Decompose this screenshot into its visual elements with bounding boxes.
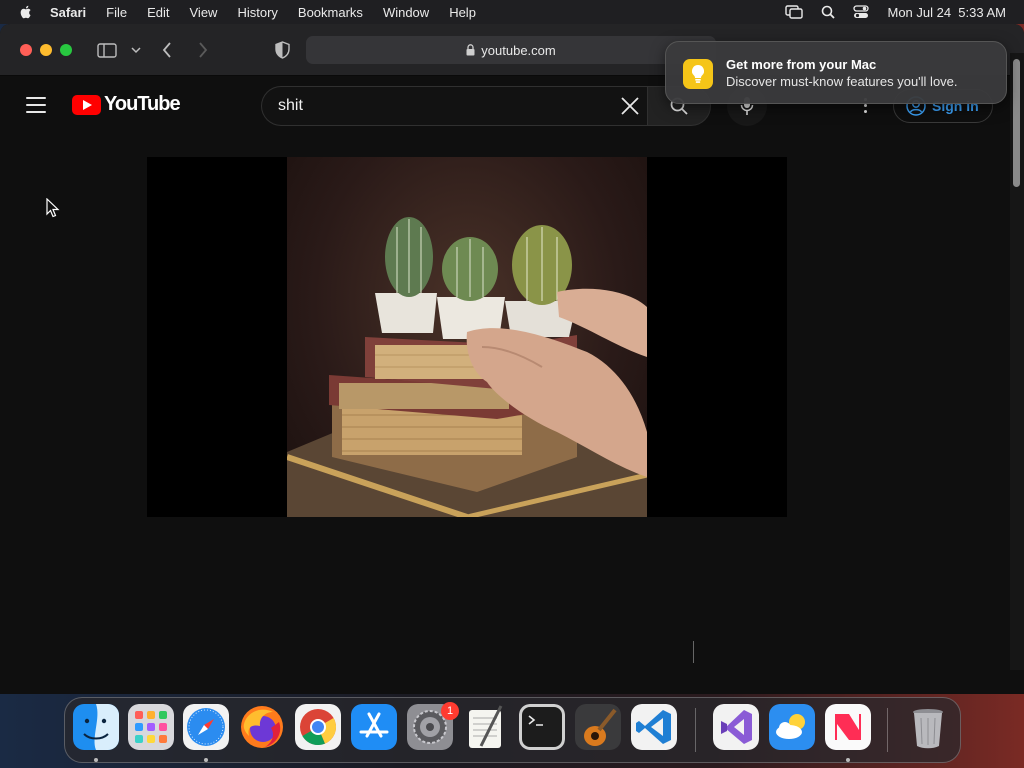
menu-help[interactable]: Help: [449, 5, 476, 20]
dock-separator: [695, 708, 696, 752]
youtube-play-icon: [72, 94, 101, 115]
sidebar-toggle-icon[interactable]: [97, 43, 117, 58]
video-player[interactable]: [147, 157, 787, 517]
menu-view[interactable]: View: [190, 5, 218, 20]
dock-chrome-icon[interactable]: [295, 704, 341, 750]
menu-app-name[interactable]: Safari: [50, 5, 86, 20]
forward-icon[interactable]: [198, 42, 208, 58]
dock-terminal-icon[interactable]: [519, 704, 565, 750]
youtube-logo[interactable]: YouTube: [72, 93, 181, 116]
zoom-window-button[interactable]: [60, 44, 72, 56]
privacy-shield-icon[interactable]: [275, 41, 290, 59]
menu-file[interactable]: File: [106, 5, 127, 20]
video-thumbnail-cactus-books: [287, 217, 647, 517]
video-frame: [287, 157, 647, 517]
control-center-icon[interactable]: [853, 5, 870, 19]
screen-mirroring-icon[interactable]: [785, 5, 804, 19]
dock-visual-studio-icon[interactable]: [713, 704, 759, 750]
dock-trash-icon[interactable]: [905, 704, 951, 750]
lock-icon: [466, 44, 475, 56]
menu-edit[interactable]: Edit: [147, 5, 169, 20]
menu-window[interactable]: Window: [383, 5, 429, 20]
address-bar-url: youtube.com: [481, 42, 556, 58]
dock-firefox-icon[interactable]: [239, 704, 285, 750]
dock-running-indicator: [94, 758, 98, 762]
dock-launchpad-icon[interactable]: [128, 704, 174, 750]
dock-running-indicator: [204, 758, 208, 762]
tips-lightbulb-icon: [683, 59, 713, 89]
dock-weather-icon[interactable]: [769, 704, 815, 750]
clear-search-icon[interactable]: [617, 93, 643, 119]
dock-running-indicator: [846, 758, 850, 762]
apple-icon[interactable]: [18, 4, 34, 20]
notification-title: Get more from your Mac: [726, 57, 877, 72]
search-input[interactable]: [278, 87, 608, 125]
dock-separator: [887, 708, 888, 752]
web-content: YouTube shit Sign in: [0, 77, 1010, 694]
chevron-down-icon[interactable]: [131, 47, 141, 54]
menu-hamburger-icon[interactable]: [26, 97, 46, 113]
address-bar[interactable]: youtube.com: [306, 36, 716, 64]
scrollbar-thumb[interactable]: [1013, 59, 1020, 187]
page-scrollbar[interactable]: [1010, 53, 1024, 670]
dock: 1: [64, 697, 961, 763]
dock-garageband-icon[interactable]: [575, 704, 621, 750]
text-cursor-line: [693, 641, 694, 663]
notification-badge: 1: [441, 702, 459, 720]
dock-safari-icon[interactable]: [183, 704, 229, 750]
close-window-button[interactable]: [20, 44, 32, 56]
menu-bar: Safari File Edit View History Bookmarks …: [0, 0, 1024, 24]
dock-textedit-icon[interactable]: [463, 704, 509, 750]
minimize-window-button[interactable]: [40, 44, 52, 56]
spotlight-search-icon[interactable]: [821, 5, 836, 19]
mouse-pointer-icon: [46, 198, 60, 218]
tips-notification[interactable]: Get more from your Mac Discover must-kno…: [665, 41, 1007, 104]
menubar-clock[interactable]: Mon Jul 24 5:33 AM: [887, 5, 1006, 20]
notification-body: Discover must-know features you'll love.: [726, 74, 958, 89]
menu-bookmarks[interactable]: Bookmarks: [298, 5, 363, 20]
back-icon[interactable]: [162, 42, 172, 58]
dock-app-store-icon[interactable]: [351, 704, 397, 750]
search-box: [261, 86, 649, 126]
menu-history[interactable]: History: [237, 5, 277, 20]
dock-finder-icon[interactable]: [73, 704, 119, 750]
safari-window: youtube.com YouTube shit Sign in: [0, 24, 1024, 694]
dock-vscode-icon[interactable]: [631, 704, 677, 750]
youtube-wordmark: YouTube: [104, 93, 181, 115]
dock-news-icon[interactable]: [825, 704, 871, 750]
